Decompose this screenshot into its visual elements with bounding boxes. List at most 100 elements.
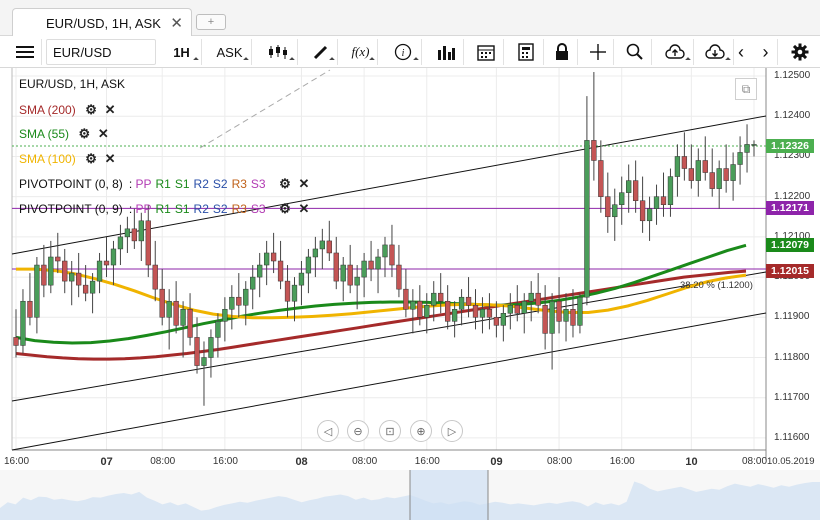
price-chart[interactable] (0, 68, 820, 520)
candle-body (653, 196, 660, 209)
candle-body (681, 156, 688, 169)
x-tick-label: 16:00 (212, 456, 238, 467)
crosshair-icon[interactable] (582, 39, 614, 65)
gear-icon[interactable]: ⚙ (77, 126, 91, 142)
pivot-level-label: S2 (212, 202, 228, 216)
scroll-right-icon[interactable]: ▷ (441, 420, 463, 442)
candle-body (375, 256, 381, 270)
candle-body (152, 264, 158, 290)
candle-body (194, 337, 200, 366)
candlestick-icon[interactable] (258, 39, 298, 65)
candle-body (730, 164, 736, 181)
candle-body (458, 296, 465, 310)
close-icon[interactable]: ✕ (297, 201, 311, 217)
gear-icon[interactable]: ⚙ (84, 151, 98, 167)
hamburger-icon[interactable] (8, 39, 42, 65)
candle-body (737, 152, 743, 165)
candle-body (180, 309, 186, 326)
candle-body (236, 296, 242, 306)
candle-body (361, 260, 367, 278)
legend-sma-55[interactable]: SMA (55) ⚙ ✕ (19, 126, 110, 142)
zoom-icon[interactable] (618, 39, 652, 65)
legend-pivot-8-label: PIVOTPOINT (0, 8) (19, 177, 123, 191)
candle-body (535, 292, 541, 306)
chevron-right-icon[interactable]: › (754, 39, 778, 65)
upload-cloud-icon[interactable] (656, 39, 694, 65)
tab-bar: EUR/USD, 1H, ASK ✕ + (0, 0, 820, 37)
legend-pivot-9-label: PIVOTPOINT (0, 9) (19, 202, 123, 216)
candle-body (277, 260, 284, 282)
candle-body (403, 288, 409, 310)
zoom-in-icon[interactable]: ⊕ (410, 420, 432, 442)
candle-body (270, 252, 277, 262)
timeframe-dropdown[interactable]: 1H (162, 39, 202, 65)
symbol-selector[interactable]: EUR/USD (46, 39, 156, 65)
x-tick-label: 08:00 (150, 456, 176, 467)
candle-body (173, 300, 179, 326)
reset-zoom-icon[interactable]: ⊡ (379, 420, 401, 442)
legend-sma-100[interactable]: SMA (100) ⚙ ✕ (19, 151, 117, 167)
y-tick-label: 1.11900 (774, 311, 810, 323)
info-icon[interactable]: i (384, 39, 422, 65)
candle-body (591, 140, 597, 161)
date-label: 10.05.2019 (767, 456, 815, 467)
pivot-level-label: R2 (193, 202, 209, 216)
y-tick-label: 1.11600 (774, 431, 810, 443)
gear-icon[interactable] (786, 39, 814, 65)
legend-pivot-8[interactable]: PIVOTPOINT (0, 8): PP R1 S1 R2 S2 R3 S3 ⚙ ✕ (19, 176, 311, 192)
lock-icon[interactable] (546, 39, 578, 65)
gear-icon[interactable]: ⚙ (84, 102, 98, 118)
y-tick-label: 1.12200 (774, 190, 811, 202)
candle-body (201, 357, 207, 366)
side-dropdown[interactable]: ASK (208, 39, 252, 65)
calendar-icon[interactable] (468, 39, 504, 65)
candle-body (744, 144, 750, 153)
gear-icon[interactable]: ⚙ (278, 201, 292, 217)
candle-body (702, 160, 708, 173)
close-icon[interactable]: ✕ (170, 14, 183, 32)
pivot-level-label: S1 (174, 177, 190, 191)
candle-body (619, 192, 625, 205)
x-tick-label: 07 (100, 456, 113, 468)
pen-icon[interactable] (304, 39, 338, 65)
candle-body (305, 256, 312, 274)
legend-sma-200[interactable]: SMA (200) ⚙ ✕ (19, 102, 117, 118)
pivot-level-label: PP (135, 202, 152, 216)
candle-body (340, 264, 346, 282)
toolbar: EUR/USD 1H ASK f(x) i ‹ › (0, 36, 820, 68)
candle-body (13, 337, 19, 346)
candle-body (222, 309, 228, 322)
candle-body (284, 280, 291, 302)
candle-body (514, 304, 520, 314)
expand-icon[interactable]: ⧉ (735, 78, 757, 100)
zoom-out-icon[interactable]: ⊖ (347, 420, 369, 442)
download-cloud-icon[interactable] (696, 39, 734, 65)
candle-body (723, 168, 729, 181)
x-tick-label: 16:00 (609, 456, 635, 467)
candle-body (389, 244, 395, 266)
chart-tab[interactable]: EUR/USD, 1H, ASK ✕ (12, 8, 192, 37)
scroll-left-icon[interactable]: ◁ (317, 420, 339, 442)
candle-body (159, 288, 165, 318)
close-icon[interactable]: ✕ (96, 126, 110, 142)
close-icon[interactable]: ✕ (103, 151, 117, 167)
candle-body (396, 264, 402, 290)
price-label: 1.12171 (766, 201, 814, 216)
candle-body (410, 300, 416, 310)
close-icon[interactable]: ✕ (297, 176, 311, 192)
candle-body (347, 264, 353, 286)
candle-body (333, 252, 339, 282)
close-icon[interactable]: ✕ (103, 102, 117, 118)
plus-icon[interactable]: + (196, 14, 226, 30)
legend-pivot-9[interactable]: PIVOTPOINT (0, 9): PP R1 S1 R2 S2 R3 S3 ⚙ ✕ (19, 201, 311, 217)
chart-area[interactable]: EUR/USD, 1H, ASK SMA (200) ⚙ ✕ SMA (55) ⚙… (0, 68, 820, 520)
legend-sma-200-label: SMA (200) (19, 103, 76, 117)
function-icon[interactable]: f(x) (344, 39, 378, 65)
calculator-icon[interactable] (508, 39, 544, 65)
chevron-left-icon[interactable]: ‹ (730, 39, 752, 65)
gear-icon[interactable]: ⚙ (278, 176, 292, 192)
legend-sma-100-label: SMA (100) (19, 152, 76, 166)
candle-body (48, 256, 54, 286)
bar-chart-icon[interactable] (428, 39, 464, 65)
candle-body (250, 276, 256, 290)
